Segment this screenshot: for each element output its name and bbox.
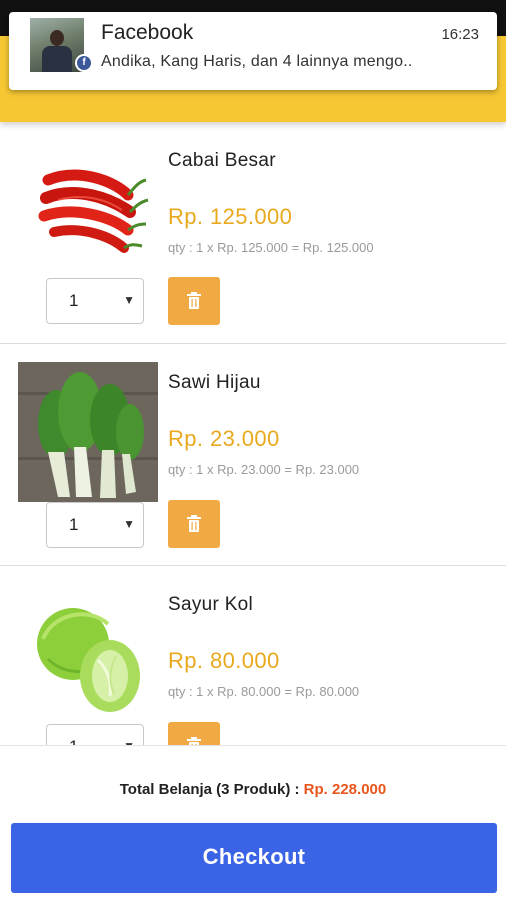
product-price: Rp. 80.000 bbox=[168, 648, 280, 673]
quantity-value: 1 bbox=[69, 737, 78, 745]
cart-list[interactable]: Cabai Besar Rp. 125.000 qty : 1 x Rp. 12… bbox=[0, 122, 506, 745]
product-image-cabbage bbox=[18, 584, 158, 724]
checkout-button[interactable]: Checkout bbox=[11, 823, 497, 893]
caret-down-icon: ▼ bbox=[123, 293, 135, 307]
quantity-value: 1 bbox=[69, 291, 79, 310]
cart-item: Cabai Besar Rp. 125.000 qty : 1 x Rp. 12… bbox=[0, 122, 506, 344]
cart-total: Total Belanja (3 Produk) : Rp. 228.000 bbox=[0, 781, 506, 798]
cart-item: Sayur Kol Rp. 80.000 qty : 1 x Rp. 80.00… bbox=[0, 566, 506, 745]
product-price: Rp. 23.000 bbox=[168, 426, 280, 451]
product-name: Sayur Kol bbox=[168, 594, 254, 615]
product-price: Rp. 125.000 bbox=[168, 204, 293, 229]
notification-app-name: Facebook bbox=[101, 21, 194, 44]
cart-item: Sawi Hijau Rp. 23.000 qty : 1 x Rp. 23.0… bbox=[0, 344, 506, 566]
trash-icon bbox=[187, 515, 201, 532]
total-label: Total Belanja (3 Produk) : bbox=[119, 781, 304, 798]
quantity-select[interactable]: 1 ▼ bbox=[46, 502, 144, 548]
notification-time: 16:23 bbox=[441, 26, 479, 43]
product-subtotal: qty : 1 x Rp. 125.000 = Rp. 125.000 bbox=[168, 240, 374, 255]
product-image-red-chili bbox=[18, 140, 158, 280]
notification-text: Andika, Kang Haris, dan 4 lainnya mengo.… bbox=[101, 53, 413, 70]
trash-icon bbox=[187, 737, 201, 745]
screen: Cabai Besar Rp. 125.000 qty : 1 x Rp. 12… bbox=[0, 0, 506, 900]
cart-footer: Total Belanja (3 Produk) : Rp. 228.000 C… bbox=[0, 745, 506, 900]
product-name: Sawi Hijau bbox=[168, 372, 261, 393]
delete-button[interactable] bbox=[168, 722, 220, 745]
caret-down-icon: ▼ bbox=[123, 517, 135, 531]
product-image-bok-choy bbox=[18, 362, 158, 502]
facebook-icon: f bbox=[75, 54, 93, 72]
product-subtotal: qty : 1 x Rp. 23.000 = Rp. 23.000 bbox=[168, 462, 360, 477]
delete-button[interactable] bbox=[168, 500, 220, 548]
total-amount: Rp. 228.000 bbox=[303, 781, 387, 798]
quantity-select[interactable]: 1 ▼ bbox=[46, 278, 144, 324]
quantity-select[interactable]: 1 ▼ bbox=[46, 724, 144, 745]
quantity-value: 1 bbox=[69, 515, 79, 534]
trash-icon bbox=[187, 292, 201, 309]
delete-button[interactable] bbox=[168, 277, 220, 325]
product-name: Cabai Besar bbox=[168, 150, 276, 171]
product-subtotal: qty : 1 x Rp. 80.000 = Rp. 80.000 bbox=[168, 684, 360, 699]
facebook-notification[interactable]: f Facebook 16:23 Andika, Kang Haris, dan… bbox=[9, 12, 497, 90]
